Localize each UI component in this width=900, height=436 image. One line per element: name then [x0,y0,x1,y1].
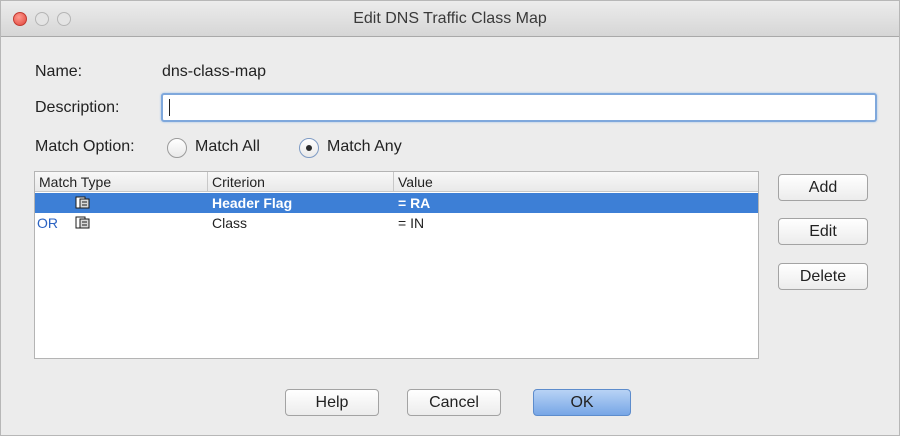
column-header-match-type[interactable]: Match Type [39,174,111,190]
add-button[interactable]: Add [778,174,868,201]
radio-selected-dot [306,145,312,151]
name-value: dns-class-map [162,63,267,80]
column-divider[interactable] [393,172,394,192]
match-any-label[interactable]: Match Any [327,138,402,156]
table-row[interactable]: OR Class = IN [35,213,758,233]
ok-button[interactable]: OK [533,389,631,416]
row-value: = RA [398,195,431,211]
text-caret [169,99,170,116]
column-header-value[interactable]: Value [398,174,433,190]
row-criterion: Class [212,215,248,231]
description-input[interactable] [161,93,877,122]
match-all-label[interactable]: Match All [195,138,260,156]
match-rule-icon [75,196,90,209]
match-any-radio[interactable] [299,138,319,158]
cancel-button[interactable]: Cancel [407,389,501,416]
match-criteria-table: Match Type Criterion Value Header Flag =… [34,171,759,359]
dialog-window: Edit DNS Traffic Class Map Name: dns-cla… [0,0,900,436]
table-row[interactable]: Header Flag = RA [35,193,758,213]
column-divider[interactable] [207,172,208,192]
match-rule-icon [75,216,90,229]
column-header-criterion[interactable]: Criterion [212,174,265,190]
delete-button[interactable]: Delete [778,263,868,290]
table-header: Match Type Criterion Value [35,172,758,192]
match-all-radio[interactable] [167,138,187,158]
help-button[interactable]: Help [285,389,379,416]
window-title: Edit DNS Traffic Class Map [353,10,547,27]
description-label: Description: [35,99,120,116]
row-criterion: Header Flag [212,195,293,211]
row-match-type: OR [37,215,58,231]
match-option-label: Match Option: [35,138,135,155]
name-label: Name: [35,63,83,80]
edit-button[interactable]: Edit [778,218,868,245]
title-bar: Edit DNS Traffic Class Map [1,1,899,37]
row-value: = IN [398,215,425,231]
